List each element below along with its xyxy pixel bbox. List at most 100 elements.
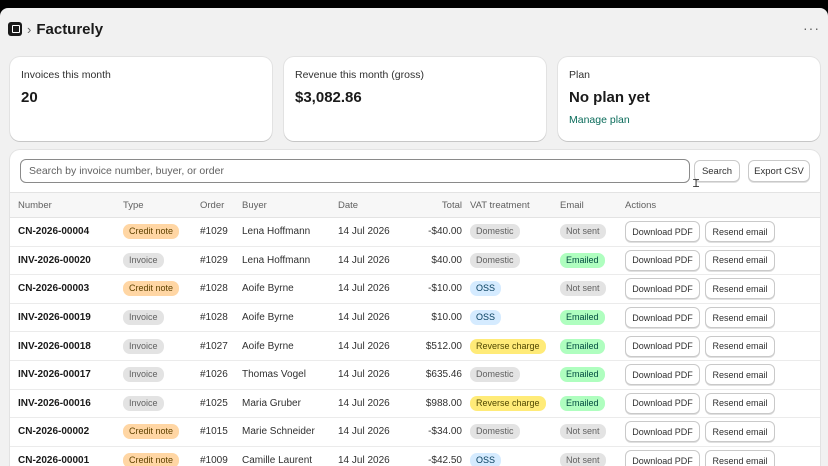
resend-email-button[interactable]: Resend email — [705, 392, 775, 414]
order-number: #1025 — [200, 397, 228, 409]
invoice-total: $988.00 — [425, 397, 462, 409]
card-value: 20 — [21, 89, 38, 106]
top-bar: › Facturely ··· — [0, 8, 828, 50]
column-header-email: Email — [560, 199, 584, 211]
download-pdf-button[interactable]: Download PDF — [625, 364, 700, 386]
invoice-date: 14 Jul 2026 — [338, 340, 390, 352]
column-header-total: Total — [441, 199, 462, 211]
buyer-name: Lena Hoffmann — [242, 226, 311, 238]
invoice-total: -$42.50 — [428, 455, 462, 466]
order-number: #1029 — [200, 226, 228, 238]
table-header-row: Number Type Order Buyer Date Total VAT t… — [10, 192, 820, 218]
resend-email-button[interactable]: Resend email — [705, 249, 775, 271]
buyer-name: Camille Laurent — [242, 455, 313, 466]
resend-email-button[interactable]: Resend email — [705, 221, 775, 243]
resend-email-button[interactable]: Resend email — [705, 450, 775, 466]
download-pdf-button[interactable]: Download PDF — [625, 221, 700, 243]
type-badge: Invoice — [123, 338, 164, 354]
table-row[interactable]: CN-2026-00004 Credit note #1029 Lena Hof… — [10, 218, 820, 247]
breadcrumb-chevron-icon: › — [27, 21, 32, 37]
card-label: Plan — [569, 69, 591, 81]
order-number: #1029 — [200, 254, 228, 266]
search-button[interactable]: Search — [694, 160, 740, 182]
invoice-date: 14 Jul 2026 — [338, 312, 390, 324]
table-row[interactable]: CN-2026-00001 Credit note #1009 Camille … — [10, 446, 820, 466]
download-pdf-button[interactable]: Download PDF — [625, 249, 700, 271]
buyer-name: Aoife Byrne — [242, 283, 294, 295]
vat-treatment-badge: Domestic — [470, 367, 520, 383]
download-pdf-button[interactable]: Download PDF — [625, 421, 700, 443]
resend-email-button[interactable]: Resend email — [705, 278, 775, 300]
email-status-badge: Emailed — [560, 252, 605, 268]
invoice-number: INV-2026-00018 — [18, 340, 91, 352]
download-pdf-button[interactable]: Download PDF — [625, 278, 700, 300]
column-header-vat-treatment: VAT treatment — [470, 199, 530, 211]
email-status-badge: Emailed — [560, 338, 605, 354]
invoice-number: CN-2026-00002 — [18, 426, 90, 438]
buyer-name: Aoife Byrne — [242, 312, 294, 324]
invoice-number: CN-2026-00003 — [18, 283, 90, 295]
vat-treatment-badge: Domestic — [470, 424, 520, 440]
app-window: › Facturely ··· Invoices this month 20 R… — [0, 8, 828, 466]
invoice-total: $40.00 — [431, 254, 462, 266]
download-pdf-button[interactable]: Download PDF — [625, 335, 700, 357]
invoice-total: -$10.00 — [428, 283, 462, 295]
invoice-number: INV-2026-00019 — [18, 312, 91, 324]
export-csv-button[interactable]: Export CSV — [748, 160, 810, 182]
email-status-badge: Not sent — [560, 281, 606, 297]
search-input[interactable] — [20, 159, 690, 183]
invoice-date: 14 Jul 2026 — [338, 226, 390, 238]
column-header-buyer: Buyer — [242, 199, 267, 211]
vat-treatment-badge: Reverse charge — [470, 395, 546, 411]
buyer-name: Maria Gruber — [242, 397, 301, 409]
invoice-date: 14 Jul 2026 — [338, 426, 390, 438]
vat-treatment-badge: Domestic — [470, 252, 520, 268]
card-label: Revenue this month (gross) — [295, 69, 424, 81]
download-pdf-button[interactable]: Download PDF — [625, 450, 700, 466]
table-row[interactable]: INV-2026-00019 Invoice #1028 Aoife Byrne… — [10, 303, 820, 332]
invoice-date: 14 Jul 2026 — [338, 455, 390, 466]
resend-email-button[interactable]: Resend email — [705, 364, 775, 386]
table-row[interactable]: INV-2026-00017 Invoice #1026 Thomas Voge… — [10, 360, 820, 390]
plan-card: Plan No plan yet Manage plan — [558, 57, 820, 141]
resend-email-button[interactable]: Resend email — [705, 335, 775, 357]
invoice-date: 14 Jul 2026 — [338, 369, 390, 381]
more-actions-icon[interactable]: ··· — [803, 20, 820, 36]
download-pdf-button[interactable]: Download PDF — [625, 307, 700, 329]
buyer-name: Marie Schneider — [242, 426, 315, 438]
type-badge: Invoice — [123, 395, 164, 411]
email-status-badge: Emailed — [560, 310, 605, 326]
table-row[interactable]: INV-2026-00020 Invoice #1029 Lena Hoffma… — [10, 246, 820, 275]
invoice-total: $10.00 — [431, 312, 462, 324]
table-row[interactable]: INV-2026-00016 Invoice #1025 Maria Grube… — [10, 389, 820, 418]
invoice-total: $512.00 — [425, 340, 462, 352]
order-number: #1026 — [200, 369, 228, 381]
vat-treatment-badge: Domestic — [470, 224, 520, 240]
app-logo-icon[interactable] — [8, 22, 22, 36]
vat-treatment-badge: OSS — [470, 281, 502, 297]
invoice-date: 14 Jul 2026 — [338, 254, 390, 266]
buyer-name: Lena Hoffmann — [242, 254, 311, 266]
invoice-total: $635.46 — [425, 369, 462, 381]
invoices-table: Number Type Order Buyer Date Total VAT t… — [10, 192, 820, 466]
card-value: No plan yet — [569, 89, 650, 106]
order-number: #1015 — [200, 426, 228, 438]
revenue-this-month-card: Revenue this month (gross) $3,082.86 — [284, 57, 546, 141]
email-status-badge: Not sent — [560, 453, 606, 466]
resend-email-button[interactable]: Resend email — [705, 307, 775, 329]
invoice-number: CN-2026-00004 — [18, 226, 90, 238]
resend-email-button[interactable]: Resend email — [705, 421, 775, 443]
table-row[interactable]: CN-2026-00003 Credit note #1028 Aoife By… — [10, 275, 820, 304]
type-badge: Invoice — [123, 310, 164, 326]
table-row[interactable]: CN-2026-00002 Credit note #1015 Marie Sc… — [10, 418, 820, 447]
table-row[interactable]: INV-2026-00018 Invoice #1027 Aoife Byrne… — [10, 332, 820, 361]
card-label: Invoices this month — [21, 69, 111, 81]
column-header-date: Date — [338, 199, 359, 211]
invoice-total: -$40.00 — [428, 226, 462, 238]
download-pdf-button[interactable]: Download PDF — [625, 392, 700, 414]
column-header-type: Type — [123, 199, 144, 211]
text-cursor-icon: Ɪ — [693, 178, 700, 190]
vat-treatment-badge: Reverse charge — [470, 338, 546, 354]
buyer-name: Thomas Vogel — [242, 369, 306, 381]
manage-plan-link[interactable]: Manage plan — [569, 114, 630, 126]
